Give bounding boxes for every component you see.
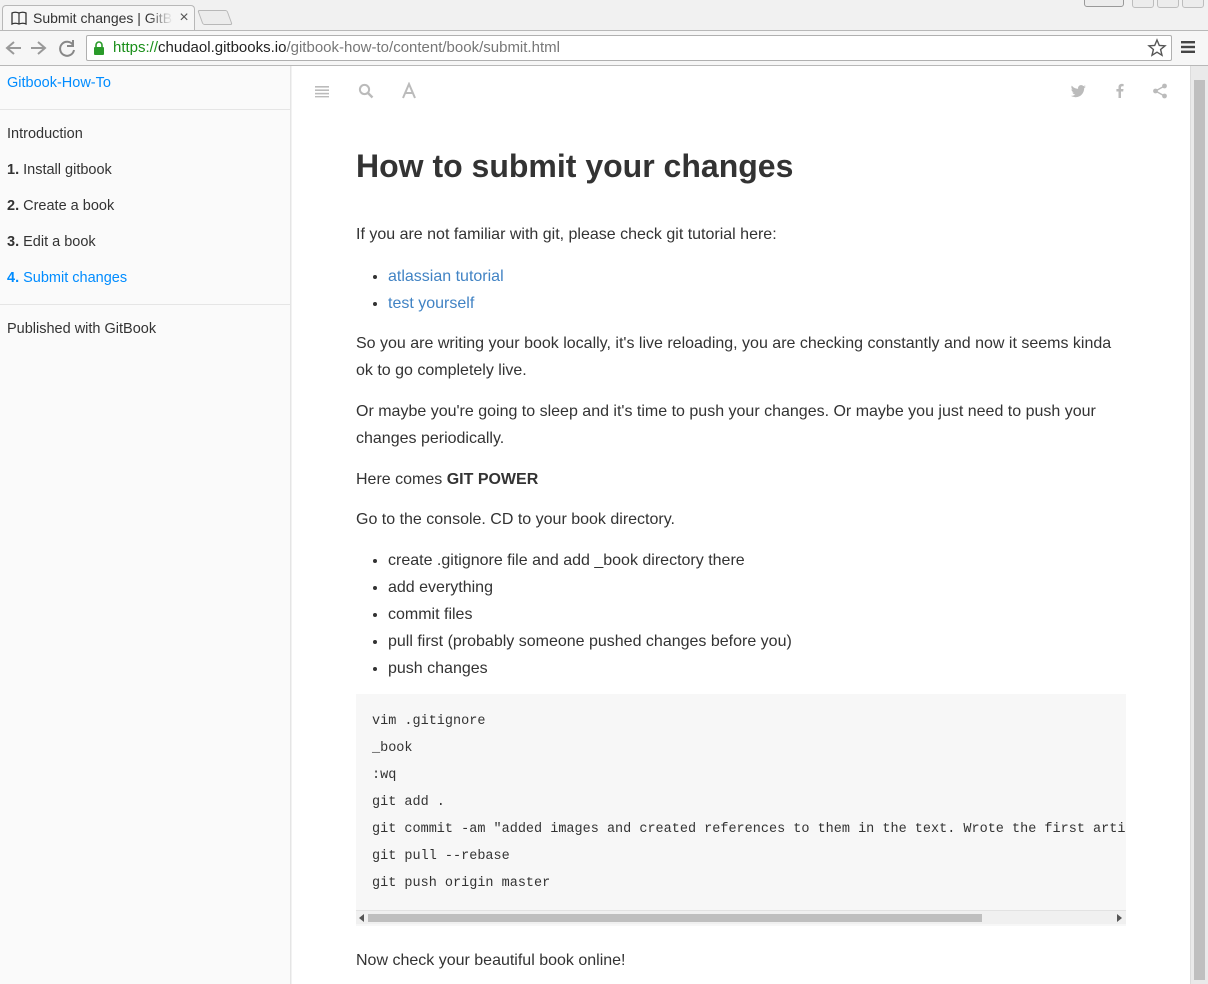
- star-icon[interactable]: [1147, 38, 1167, 58]
- list-item: test yourself: [388, 290, 504, 317]
- list-item: pull first (probably someone pushed chan…: [388, 628, 792, 655]
- sidebar-item-create-a-book[interactable]: 2. Create a book: [7, 198, 114, 218]
- book-favicon-icon: [11, 11, 27, 25]
- book-sidebar: Gitbook-How-To Introduction 1. Install g…: [0, 66, 291, 984]
- profile-badge[interactable]: [1084, 0, 1124, 7]
- url-text: https://chudaol.gitbooks.io/gitbook-how-…: [113, 39, 560, 57]
- book-title-link[interactable]: Gitbook-How-To: [7, 75, 111, 95]
- browser-tab[interactable]: Submit changes | GitBook ×: [2, 5, 195, 31]
- sidebar-item-label: Install gitbook: [23, 162, 112, 178]
- sidebar-item-submit-changes[interactable]: 4. Submit changes: [7, 270, 127, 290]
- sidebar-divider: [0, 109, 291, 110]
- sidebar-item-number: 1.: [7, 162, 20, 178]
- url-path: /gitbook-how-to/content/book/submit.html: [286, 39, 560, 56]
- published-with-gitbook-link[interactable]: Published with GitBook: [7, 321, 156, 341]
- tab-strip: Submit changes | GitBook ×: [0, 0, 1208, 31]
- sidebar-item-edit-a-book[interactable]: 3. Edit a book: [7, 234, 96, 254]
- scroll-right-icon[interactable]: [1114, 913, 1124, 923]
- url-scheme: https://: [113, 39, 159, 56]
- list-item: atlassian tutorial: [388, 263, 504, 290]
- reload-icon[interactable]: [56, 37, 78, 59]
- code-horizontal-scrollbar[interactable]: [356, 910, 1126, 924]
- sidebar-divider: [0, 304, 291, 305]
- lock-icon: [94, 41, 104, 55]
- scrollbar-thumb[interactable]: [1194, 80, 1205, 980]
- paragraph-git-power: Here comes GIT POWER: [356, 466, 1126, 493]
- code-line: git commit -am "added images and created…: [372, 822, 1126, 837]
- font-settings-icon[interactable]: [400, 82, 418, 100]
- paragraph-push-changes: Or maybe you're going to sleep and it's …: [356, 403, 1096, 447]
- url-host: chudaol.gitbooks.io: [158, 39, 287, 56]
- sidebar-item-number: 4.: [7, 270, 20, 286]
- paragraph-console: Go to the console. CD to your book direc…: [356, 511, 675, 528]
- intro-paragraph: If you are not familiar with git, please…: [356, 226, 777, 243]
- code-line: git pull --rebase: [372, 849, 510, 864]
- git-power-text: GIT POWER: [446, 471, 539, 488]
- sidebar-item-number: 2.: [7, 198, 20, 214]
- code-line: vim .gitignore: [372, 714, 486, 729]
- maximize-button[interactable]: [1157, 0, 1179, 8]
- twitter-icon[interactable]: [1070, 82, 1088, 100]
- sidebar-item-label: Submit changes: [23, 270, 128, 286]
- sidebar-item-install-gitbook[interactable]: 1. Install gitbook: [7, 162, 112, 182]
- code-line: git add .: [372, 795, 445, 810]
- scroll-left-icon[interactable]: [357, 913, 367, 923]
- minimize-button[interactable]: [1132, 0, 1154, 8]
- sidebar-item-label: Create a book: [23, 198, 115, 214]
- menu-icon[interactable]: [1180, 39, 1196, 55]
- share-icon[interactable]: [1151, 82, 1169, 100]
- tutorial-links-list: atlassian tutorial test yourself: [356, 263, 504, 317]
- tab-title: Submit changes | GitBook: [33, 10, 173, 26]
- book-page: How to submit your changes If you are no…: [292, 66, 1190, 984]
- scrollbar-thumb[interactable]: [368, 914, 982, 922]
- forward-icon[interactable]: [28, 37, 50, 59]
- search-icon[interactable]: [357, 82, 375, 100]
- paragraph-live-reloading: So you are writing your book locally, it…: [356, 335, 1112, 379]
- code-lines: vim .gitignore _book :wq git add . git c…: [372, 708, 1126, 897]
- sidebar-item-label: Edit a book: [23, 234, 96, 250]
- code-block: vim .gitignore _book :wq git add . git c…: [356, 694, 1126, 926]
- list-item: push changes: [388, 655, 792, 682]
- paragraph-outro: Now check your beautiful book online!: [356, 952, 626, 969]
- here-comes-text: Here comes: [356, 471, 447, 488]
- back-icon[interactable]: [2, 37, 24, 59]
- address-bar[interactable]: https://chudaol.gitbooks.io/gitbook-how-…: [86, 35, 1172, 61]
- code-line: :wq: [372, 768, 397, 783]
- atlassian-tutorial-link[interactable]: atlassian tutorial: [388, 268, 504, 285]
- page-vertical-scrollbar[interactable]: [1190, 66, 1208, 984]
- list-item: commit files: [388, 601, 792, 628]
- code-line: git push origin master: [372, 876, 551, 891]
- facebook-icon[interactable]: [1111, 82, 1129, 100]
- page-title: How to submit your changes: [356, 148, 794, 184]
- browser-toolbar: https://chudaol.gitbooks.io/gitbook-how-…: [0, 30, 1208, 66]
- tab-close-icon[interactable]: ×: [177, 9, 191, 27]
- new-tab-button[interactable]: [197, 10, 233, 25]
- sidebar-item-introduction[interactable]: Introduction: [7, 126, 83, 146]
- test-yourself-link[interactable]: test yourself: [388, 295, 474, 312]
- list-item: add everything: [388, 574, 792, 601]
- steps-list: create .gitignore file and add _book dir…: [356, 547, 792, 682]
- close-window-button[interactable]: [1182, 0, 1204, 8]
- toc-icon[interactable]: [313, 82, 331, 100]
- list-item: create .gitignore file and add _book dir…: [388, 547, 792, 574]
- sidebar-item-number: 3.: [7, 234, 20, 250]
- code-line: _book: [372, 741, 413, 756]
